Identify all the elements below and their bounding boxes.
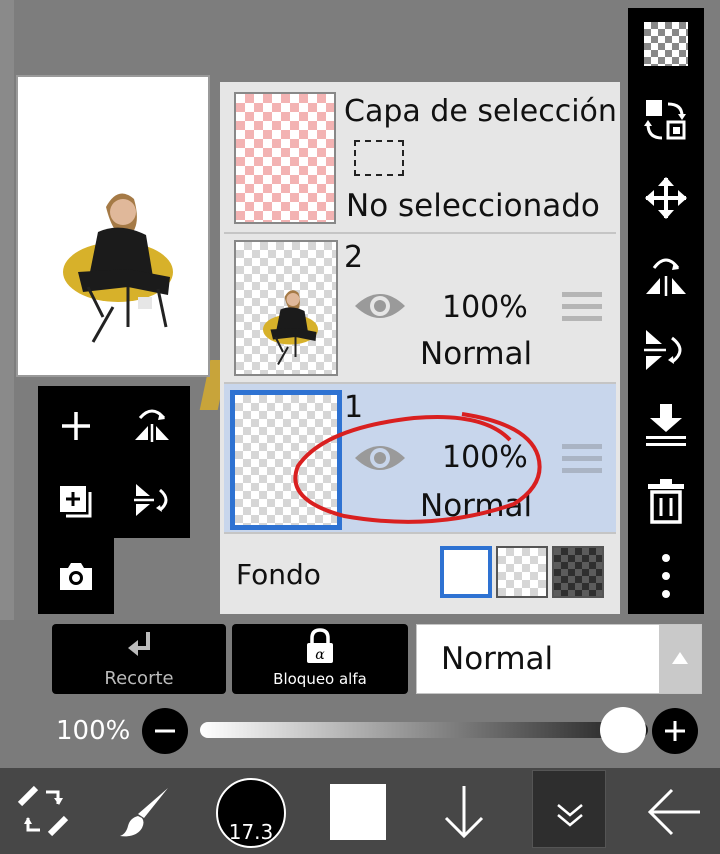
back-arrow-icon[interactable] (644, 786, 704, 838)
layers-menu-button[interactable] (532, 770, 606, 848)
layer-opacity: 100% (442, 290, 528, 325)
flip-horizontal-icon[interactable] (642, 250, 690, 298)
minus-icon (155, 729, 175, 733)
arrow-down-icon[interactable] (440, 782, 488, 842)
selection-layer-thumbnail (234, 92, 336, 224)
alpha-lock-icon: α (307, 628, 333, 663)
plus-icon (665, 721, 685, 741)
camera-icon[interactable] (56, 558, 96, 594)
alpha-lock-label: Bloqueo alfa (273, 670, 367, 688)
opacity-decrease-button[interactable] (142, 708, 188, 754)
color-swatch[interactable] (330, 784, 386, 840)
brush-tool-icon[interactable] (118, 784, 174, 840)
duplicate-layer-icon[interactable] (56, 482, 96, 522)
blend-mode-dropdown[interactable] (659, 625, 701, 693)
more-options-icon[interactable] (656, 552, 676, 600)
selection-layer-status: No seleccionado (346, 188, 600, 224)
opacity-slider-thumb[interactable] (600, 707, 646, 753)
drag-handle-icon[interactable] (562, 442, 602, 476)
layer-blend-mode: Normal (420, 336, 533, 372)
background-transparent-option[interactable] (496, 546, 548, 598)
move-icon[interactable] (642, 174, 690, 222)
background-label: Fondo (236, 558, 321, 591)
trash-icon[interactable] (646, 478, 686, 524)
background-dark-option[interactable] (552, 546, 604, 598)
background-row: Fondo (224, 534, 616, 612)
swap-layer-icon[interactable] (642, 96, 690, 144)
blend-mode-select[interactable]: Normal (416, 624, 702, 694)
brush-size-value: 17.3 (228, 820, 274, 844)
selection-layer-row[interactable]: Capa de selección No seleccionado (224, 86, 617, 234)
selection-marquee-icon (354, 140, 404, 176)
opacity-value: 100% (56, 716, 131, 746)
layer-number: 2 (344, 240, 364, 275)
transform-tool-icon[interactable] (16, 784, 70, 838)
canvas-edge-left (0, 0, 14, 620)
eye-icon[interactable] (352, 288, 408, 324)
clip-label: Recorte (104, 668, 174, 689)
person-image (63, 193, 173, 343)
flip-layer-vertical-icon[interactable] (130, 478, 174, 522)
opacity-increase-button[interactable] (652, 708, 698, 754)
selection-layer-title: Capa de selección (344, 94, 617, 129)
alpha-lock-button[interactable]: α Bloqueo alfa (232, 624, 408, 694)
opacity-slider-track[interactable] (200, 722, 648, 738)
flip-vertical-icon[interactable] (642, 326, 690, 374)
clip-button[interactable]: Recorte (52, 624, 226, 694)
brush-size-button[interactable]: 17.3 (216, 778, 286, 848)
canvas-preview[interactable] (16, 75, 210, 377)
blend-mode-value: Normal (441, 641, 554, 677)
layer-thumbnail (234, 240, 338, 376)
flip-layer-horizontal-icon[interactable] (130, 402, 174, 446)
clip-icon (128, 632, 150, 656)
red-circle-annotation (293, 412, 542, 524)
transparency-icon[interactable] (644, 22, 688, 66)
svg-text:α: α (315, 647, 325, 663)
layer-row[interactable]: 2 100% Normal (224, 234, 616, 384)
merge-down-icon[interactable] (644, 402, 688, 448)
layer-thumbnail-image (263, 290, 318, 365)
triangle-up-icon (672, 652, 688, 664)
drag-handle-icon[interactable] (562, 290, 602, 324)
add-layer-icon[interactable] (58, 408, 94, 444)
chevron-double-down-icon (557, 804, 583, 827)
background-white-option[interactable] (440, 546, 492, 598)
